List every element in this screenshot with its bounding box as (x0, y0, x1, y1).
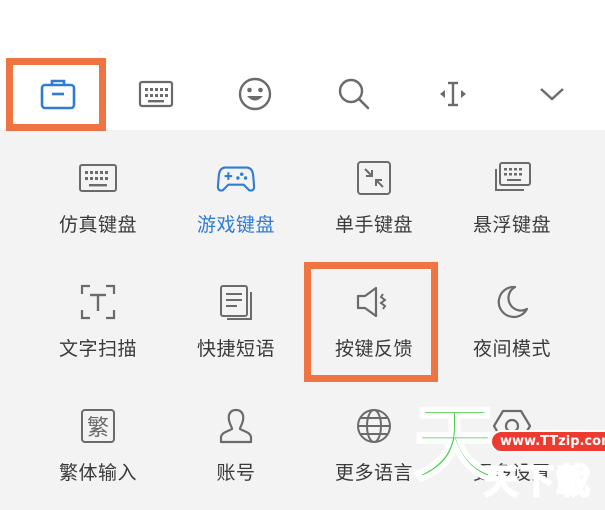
tile-label: 悬浮键盘 (472, 214, 551, 236)
tile-label: 仿真键盘 (58, 214, 137, 236)
gamepad-icon (216, 166, 256, 192)
tile-account[interactable]: 账号 (167, 378, 305, 488)
globe-icon (357, 409, 391, 443)
emoji-icon (238, 77, 272, 111)
moon-icon (497, 285, 529, 319)
tile-label: 游戏键盘 (196, 214, 275, 236)
toolbox-icon (40, 79, 76, 110)
svg-text:繁: 繁 (87, 416, 109, 441)
top-toolbar (0, 58, 605, 130)
collapse-button[interactable] (512, 58, 592, 130)
traditional-icon: 繁 (81, 409, 115, 443)
tile-text-scan[interactable]: 文字扫描 (29, 254, 167, 364)
tile-label: 更多设置 (472, 462, 551, 484)
tile-label: 账号 (216, 462, 256, 484)
cursor-icon (440, 81, 466, 107)
cursor-button[interactable] (413, 58, 493, 130)
tile-label: 快捷短语 (196, 338, 275, 360)
keyboard-icon (79, 164, 117, 192)
tile-label: 文字扫描 (58, 338, 137, 360)
user-icon (219, 408, 253, 444)
tile-simulated-keyboard[interactable]: 仿真键盘 (29, 130, 167, 240)
tile-label: 按键反馈 (334, 338, 413, 360)
one-hand-icon (357, 161, 391, 195)
tile-floating-keyboard[interactable]: 悬浮键盘 (443, 130, 581, 240)
chevron-down-icon (540, 88, 564, 101)
search-button[interactable] (314, 58, 394, 130)
emoji-button[interactable] (215, 58, 295, 130)
toolbox-button[interactable] (18, 58, 98, 130)
floating-keyboard-icon (495, 162, 531, 191)
tile-game-keyboard[interactable]: 游戏键盘 (167, 130, 305, 240)
quick-phrase-icon (220, 285, 252, 320)
tile-traditional-input[interactable]: 繁 繁体输入 (29, 378, 167, 488)
tile-label: 更多语言 (334, 462, 413, 484)
tile-one-hand-keyboard[interactable]: 单手键盘 (305, 130, 443, 240)
keyboard-button[interactable] (116, 58, 196, 130)
search-icon (338, 78, 370, 110)
keyboard-icon (138, 80, 174, 108)
tile-key-feedback[interactable]: 按键反馈 (305, 254, 443, 364)
speaker-icon (356, 286, 387, 318)
tile-more-settings[interactable]: 更多设置 (443, 378, 581, 488)
tile-night-mode[interactable]: 夜间模式 (443, 254, 581, 364)
tile-more-languages[interactable]: 更多语言 (305, 378, 443, 488)
tile-label: 单手键盘 (334, 214, 413, 236)
tile-label: 繁体输入 (58, 462, 137, 484)
settings-icon (492, 409, 532, 443)
tile-label: 夜间模式 (472, 338, 551, 360)
tile-quick-phrase[interactable]: 快捷短语 (167, 254, 305, 364)
function-panel: 仿真键盘 游戏键盘 单手键盘 悬浮键盘 文字扫描 快捷短语 按键反馈 夜间模式 … (0, 130, 605, 510)
text-scan-icon (80, 284, 116, 320)
